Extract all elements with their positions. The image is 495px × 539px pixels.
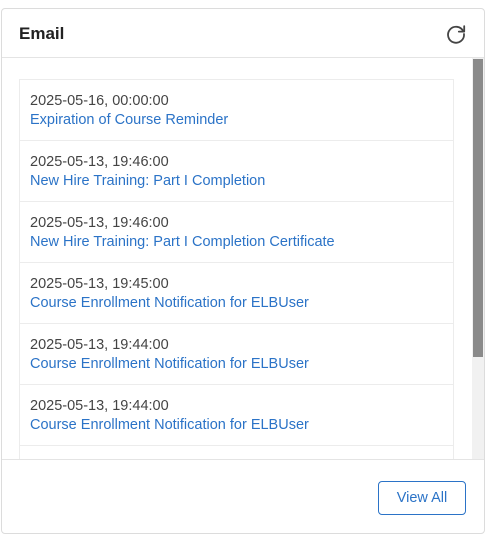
email-date: 2025-05-13, 19:45:00 [30, 276, 169, 292]
view-all-button[interactable]: View All [378, 481, 466, 515]
widget-title: Email [19, 24, 65, 43]
scrollbar[interactable] [472, 58, 484, 459]
list-item: 2025-05-13, 19:46:00 New Hire Training: … [19, 201, 454, 262]
email-date: 2025-05-13, 19:46:00 [30, 154, 169, 170]
list-item: 2025-05-13, 19:46:00 New Hire Training: … [19, 140, 454, 201]
email-subject-link[interactable]: Course Enrollment Notification for ELBUs… [30, 293, 443, 313]
email-subject-link[interactable]: Course Enrollment Notification for ELBUs… [30, 415, 443, 435]
email-list: 2025-05-16, 00:00:00 Expiration of Cours… [19, 79, 454, 459]
email-date: 2025-05-13, 19:44:00 [30, 398, 169, 414]
widget-header: Email [2, 9, 484, 58]
email-subject-link[interactable]: Course Enrollment Notification for ELBUs… [30, 354, 443, 374]
email-date: 2025-05-13, 19:46:00 [30, 215, 169, 231]
email-subject-link[interactable]: New Hire Training: Part I Completion [30, 171, 443, 191]
list-item: 2025-05-13, 19:45:00 Course Enrollment N… [19, 262, 454, 323]
widget-footer: View All [2, 459, 484, 533]
email-widget: Email 2025-05-16, 00:00:00 Expiration of… [1, 8, 485, 534]
list-item: 2025-05-13, 19:44:00 Course Enrollment N… [19, 323, 454, 384]
list-item: 2025-05-16, 00:00:00 Expiration of Cours… [19, 79, 454, 140]
email-subject-link[interactable]: Expiration of Course Reminder [30, 110, 443, 130]
email-date: 2025-05-13, 19:44:00 [30, 337, 169, 353]
email-date: 2025-05-16, 00:00:00 [30, 93, 169, 109]
list-item-partial [19, 445, 454, 459]
list-item: 2025-05-13, 19:44:00 Course Enrollment N… [19, 384, 454, 445]
email-list-container: 2025-05-16, 00:00:00 Expiration of Cours… [2, 58, 484, 459]
refresh-icon[interactable] [444, 22, 468, 46]
email-subject-link[interactable]: New Hire Training: Part I Completion Cer… [30, 232, 443, 252]
scrollbar-thumb[interactable] [473, 59, 483, 357]
